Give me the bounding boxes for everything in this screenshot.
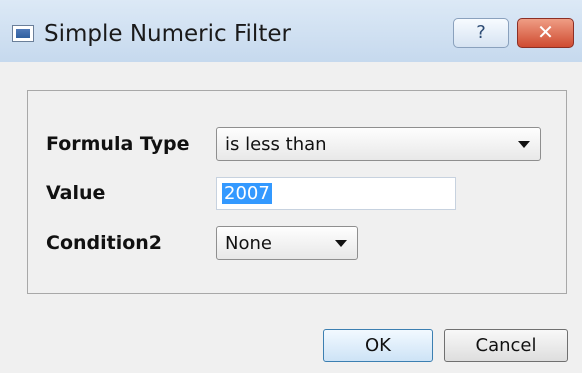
value-label: Value (46, 182, 106, 204)
dialog-window: Simple Numeric Filter ? ✕ Formula Type i… (0, 0, 582, 373)
close-button[interactable]: ✕ (517, 18, 574, 48)
titlebar: Simple Numeric Filter ? ✕ (0, 0, 582, 62)
help-button[interactable]: ? (453, 18, 509, 48)
condition2-select[interactable]: None (216, 226, 358, 260)
formula-type-select[interactable]: is less than (216, 127, 541, 161)
ok-button[interactable]: OK (323, 329, 433, 362)
app-window-icon (12, 25, 34, 42)
condition2-value: None (225, 233, 272, 254)
value-text: 2007 (222, 183, 272, 204)
formula-type-value: is less than (225, 134, 327, 155)
value-input[interactable]: 2007 (216, 177, 456, 210)
chevron-down-icon (518, 141, 530, 148)
formula-type-label: Formula Type (46, 133, 190, 155)
cancel-button[interactable]: Cancel (444, 329, 568, 362)
condition2-label: Condition2 (46, 232, 163, 254)
dialog-title: Simple Numeric Filter (44, 21, 291, 47)
chevron-down-icon (335, 240, 347, 247)
